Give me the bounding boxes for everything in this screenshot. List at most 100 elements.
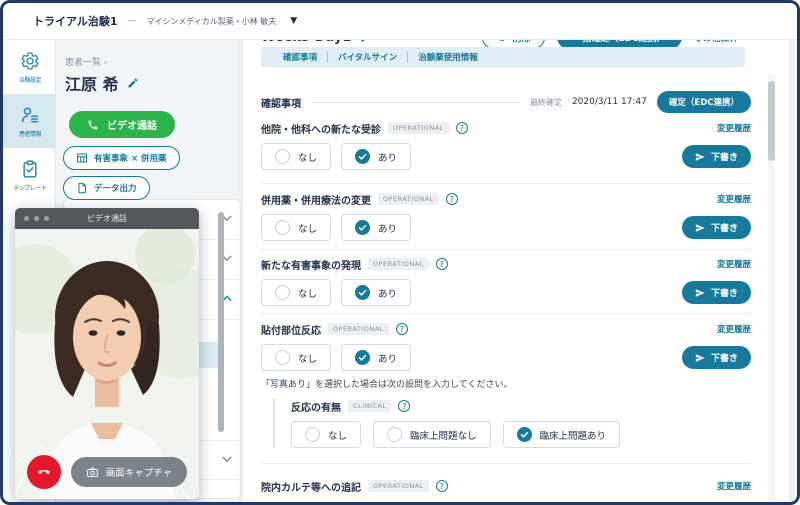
change-history-link[interactable]: 変更履歴 (717, 480, 751, 492)
account-caret-icon[interactable]: ▼ (290, 16, 297, 26)
table-icon (76, 152, 88, 164)
data-export-button[interactable]: データ出力 (63, 176, 150, 200)
option-no[interactable]: なし (261, 279, 332, 306)
question-label: 貼付部位反応 (261, 325, 321, 337)
change-history-link[interactable]: 変更履歴 (717, 122, 751, 134)
sidebar-label: 治験設定 (18, 75, 41, 84)
send-icon (695, 223, 705, 233)
operational-badge: OPERATIONAL (388, 122, 449, 134)
video-window-title: ビデオ通話 (87, 214, 127, 223)
video-window-titlebar[interactable]: ビデオ通話 (15, 208, 199, 229)
main-scrollbar-thumb[interactable] (768, 81, 775, 161)
option-yes-selected[interactable]: あり (341, 279, 412, 306)
sidebar-item-template[interactable]: テンプレート (3, 148, 56, 202)
radio-checked-icon (516, 427, 532, 442)
adverse-events-button[interactable]: 有害事象 × 併用薬 (63, 146, 180, 170)
operational-badge: OPERATIONAL (368, 480, 429, 492)
question-concomitant-drugs: 併用薬・併用療法の変更 OPERATIONAL ? 変更履歴 なし あり 下書き (261, 192, 751, 241)
radio-icon (387, 427, 403, 442)
option-no-clinical-problem[interactable]: 臨床上問題なし (373, 421, 491, 448)
help-icon[interactable]: ? (435, 258, 448, 270)
photo-note: 「写真あり」を選択した場合は次の設問を入力してください。 (261, 380, 513, 390)
operational-badge: OPERATIONAL (368, 258, 429, 270)
title-dash: — (127, 16, 137, 26)
visit-list-scrollbar[interactable] (218, 212, 224, 432)
help-icon[interactable]: ? (398, 400, 411, 412)
draft-button[interactable]: 下書き (681, 216, 751, 239)
window-control-dots[interactable] (24, 216, 49, 221)
chevron-down-icon[interactable] (222, 456, 232, 466)
radio-checked-icon (355, 220, 371, 235)
visit-detail-panel: Week3 Day1 削除 一括確定（EDC連携） その他操作 ▼ (243, 11, 789, 502)
change-history-link[interactable]: 変更履歴 (717, 193, 751, 205)
option-clinical-problem-selected[interactable]: 臨床上問題あり (502, 421, 621, 448)
tab-vital-signs[interactable]: バイタルサイン (327, 51, 407, 63)
video-call-window: ビデオ通話 画面キャプチャ (15, 208, 199, 499)
option-no[interactable]: なし (261, 214, 332, 241)
patient-name-row: 江原 希 (65, 71, 139, 95)
option-yes-selected[interactable]: あり (341, 143, 412, 170)
top-bar: トライアル治験1 — マイシンメディカル製薬・小林 敏夫 ▼ (3, 3, 797, 40)
app-window: トライアル治験1 — マイシンメディカル製薬・小林 敏夫 ▼ 治験設定 患者情報… (0, 0, 800, 505)
question-adverse-events: 新たな有害事象の発現 OPERATIONAL ? 変更履歴 なし あり 下書き (261, 257, 751, 306)
hangup-phone-icon (36, 464, 52, 480)
video-call-button[interactable]: ビデオ通話 (69, 111, 175, 138)
hang-up-button[interactable] (27, 455, 61, 489)
confirm-edc-button[interactable]: 確定（EDC連携） (656, 91, 751, 113)
tab-drug-usage[interactable]: 治験薬使用情報 (407, 51, 488, 63)
video-controls: 画面キャプチャ (15, 455, 199, 489)
row-divider (261, 183, 751, 184)
send-icon (695, 152, 705, 162)
operational-badge: OPERATIONAL (328, 323, 389, 335)
help-icon[interactable]: ? (445, 193, 458, 205)
patient-icon (20, 105, 40, 125)
send-icon (695, 353, 705, 363)
help-icon[interactable]: ? (435, 480, 448, 492)
radio-icon (275, 285, 290, 300)
help-icon[interactable]: ? (395, 323, 408, 335)
radio-icon (275, 149, 290, 164)
tab-confirmation-items[interactable]: 確認事項 (273, 51, 327, 63)
screen-capture-label: 画面キャプチャ (105, 468, 173, 479)
radio-checked-icon (355, 350, 371, 365)
help-icon[interactable]: ? (455, 122, 468, 134)
option-no[interactable]: なし (261, 344, 332, 371)
question-label: 他院・他科への新たな受診 (261, 124, 381, 136)
radio-icon (275, 350, 290, 365)
question-label: 併用薬・併用療法の変更 (261, 195, 371, 207)
edit-name-icon[interactable] (127, 77, 139, 89)
row-divider (261, 249, 751, 250)
option-no[interactable]: なし (261, 143, 332, 170)
subquestion-reaction-presence: 反応の有無 CLINICAL ? なし 臨床上問題なし 臨床上問題あり (273, 399, 735, 448)
change-history-link[interactable]: 変更履歴 (717, 323, 751, 335)
option-yes-selected[interactable]: あり (341, 344, 412, 371)
screen-capture-button[interactable]: 画面キャプチャ (71, 457, 187, 487)
document-icon (76, 182, 88, 194)
clipboard-icon (20, 159, 40, 179)
breadcrumb[interactable]: 患者一覧 › (65, 55, 107, 68)
camera-icon (86, 466, 99, 479)
row-divider (261, 313, 751, 314)
option-none[interactable]: なし (291, 421, 362, 448)
sidebar-item-patient-info[interactable]: 患者情報 (3, 94, 56, 148)
patient-name: 江原 希 (65, 75, 119, 94)
sidebar-item-trial-settings[interactable]: 治験設定 (3, 40, 56, 94)
draft-button[interactable]: 下書き (681, 346, 751, 369)
radio-icon (305, 427, 320, 442)
draft-button[interactable]: 下書き (681, 281, 751, 304)
draft-button[interactable]: 下書き (681, 145, 751, 168)
question-hospital-chart-addendum: 院内カルテ等への追記 OPERATIONAL ? 変更履歴 (261, 479, 751, 494)
radio-icon (275, 220, 290, 235)
data-export-label: データ出力 (94, 184, 137, 194)
trial-title: トライアル治験1 (33, 15, 118, 28)
radio-checked-icon (355, 149, 371, 164)
question-application-site-reaction: 貼付部位反応 OPERATIONAL ? 変更履歴 なし あり 下書き (261, 322, 751, 371)
gear-icon (20, 51, 40, 71)
option-yes-selected[interactable]: あり (341, 214, 412, 241)
video-call-label: ビデオ通話 (107, 121, 157, 132)
question-label: 新たな有害事象の発現 (261, 260, 361, 272)
section-title: 確認事項 (261, 98, 301, 110)
change-history-link[interactable]: 変更履歴 (717, 258, 751, 270)
row-divider (261, 463, 751, 464)
last-confirmed-timestamp: 2020/3/11 17:47 (571, 97, 647, 107)
